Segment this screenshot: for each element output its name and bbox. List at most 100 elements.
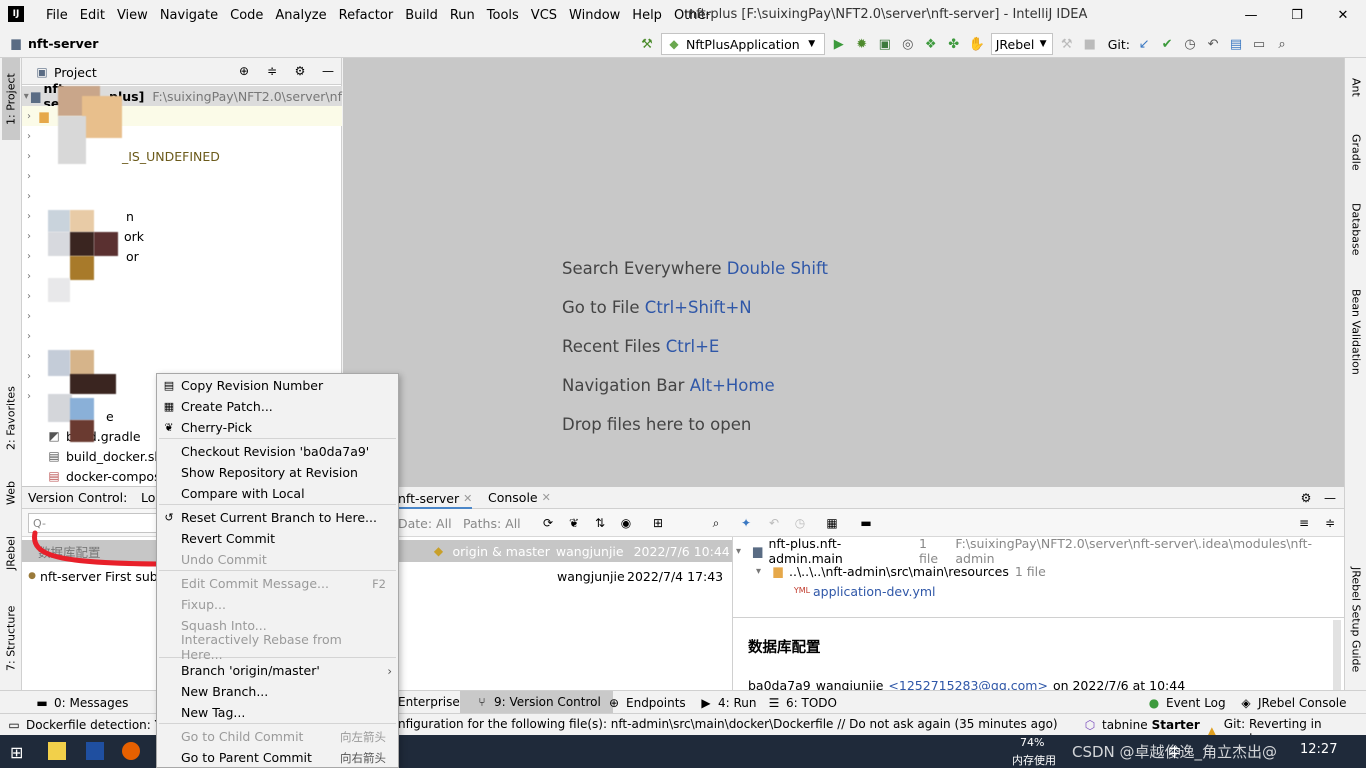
profile-icon[interactable]: ◎: [899, 35, 917, 53]
menu-file[interactable]: File: [40, 8, 74, 23]
intellij-taskbar-icon[interactable]: [86, 742, 104, 760]
jrebel-run-icon[interactable]: ❖: [922, 35, 940, 53]
tab-database[interactable]: Database: [1347, 192, 1365, 266]
jrebel-select[interactable]: JRebel ▼: [990, 33, 1053, 55]
close-tab-icon[interactable]: ✕: [463, 492, 472, 505]
menu-build[interactable]: Build: [399, 8, 444, 23]
menu-item-reset-current-branch-to-here[interactable]: ↺ Reset Current Branch to Here...: [157, 507, 398, 528]
hide-icon[interactable]: —: [320, 63, 336, 79]
changes-module-row[interactable]: ▾ ▆ nft-plus.nft-admin.main 1 file F:\su…: [736, 536, 1344, 566]
tab-run[interactable]: ▶ 4: Run: [698, 695, 756, 711]
editor-empty-area[interactable]: Search Everywhere Double Shift Go to Fil…: [343, 58, 1344, 486]
tab-jrebel-console[interactable]: ◈ JRebel Console: [1238, 695, 1346, 711]
tree-row[interactable]: ›: [22, 306, 342, 326]
minimize-button[interactable]: —: [1228, 0, 1274, 30]
tree-row[interactable]: ›: [22, 286, 342, 306]
tab-web[interactable]: Web: [2, 468, 20, 518]
update-project-icon[interactable]: ↙: [1135, 35, 1153, 53]
jrebel-debug-icon[interactable]: ✤: [945, 35, 963, 53]
date-filter[interactable]: Date: All: [398, 516, 452, 531]
tab-bean-validation[interactable]: Bean Validation: [1347, 282, 1365, 382]
hide-icon[interactable]: —: [1322, 490, 1338, 506]
breadcrumb-project[interactable]: nft-server: [28, 36, 98, 51]
project-header-label[interactable]: Project: [54, 65, 97, 80]
tab-log-nft-server[interactable]: nft-server ✕: [398, 490, 473, 509]
debug-icon[interactable]: ✹: [853, 35, 871, 53]
tree-row[interactable]: ›: [22, 166, 342, 186]
input-method-indicator[interactable]: 中: [1168, 742, 1181, 761]
refresh-icon[interactable]: ⟳: [540, 515, 556, 531]
splitter[interactable]: [732, 537, 733, 691]
group-icon[interactable]: ▦: [824, 515, 840, 531]
expand-all-icon[interactable]: ≡: [1296, 515, 1312, 531]
menu-code[interactable]: Code: [224, 8, 269, 23]
menu-item-go-to-parent-commit[interactable]: Go to Parent Commit 向右箭头: [157, 747, 398, 768]
firefox-icon[interactable]: [122, 742, 140, 760]
menu-analyze[interactable]: Analyze: [269, 8, 332, 23]
project-structure-icon[interactable]: ▤: [1227, 35, 1245, 53]
presentation-icon[interactable]: ▭: [1250, 35, 1268, 53]
breadcrumb[interactable]: ▆ nft-server: [8, 35, 98, 51]
menu-tools[interactable]: Tools: [481, 8, 525, 23]
preview-icon[interactable]: ▬: [858, 515, 874, 531]
taskbar-clock[interactable]: 12:27: [1300, 742, 1337, 757]
menu-window[interactable]: Window: [563, 8, 626, 23]
scrollbar[interactable]: [1333, 620, 1341, 690]
menu-item-checkout-revision-ba0da7a9[interactable]: Checkout Revision 'ba0da7a9': [157, 441, 398, 462]
search-icon[interactable]: ⌕: [1273, 35, 1291, 53]
menu-item-new-branch[interactable]: New Branch...: [157, 681, 398, 702]
menu-vcs[interactable]: VCS: [525, 8, 563, 23]
tab-structure[interactable]: 7: Structure: [2, 598, 20, 678]
history-icon[interactable]: ◷: [1181, 35, 1199, 53]
gear-icon[interactable]: ⚙: [1298, 490, 1314, 506]
menu-navigate[interactable]: Navigate: [154, 8, 224, 23]
menu-run[interactable]: Run: [444, 8, 481, 23]
tab-todo[interactable]: ☰ 6: TODO: [766, 695, 837, 711]
close-window-button[interactable]: ✕: [1320, 0, 1366, 30]
status-left[interactable]: ▭ Dockerfile detection: Y: [6, 717, 162, 733]
new-tab-icon[interactable]: ⊞: [650, 515, 666, 531]
tab-version-control[interactable]: ⑂ 9: Version Control: [460, 691, 613, 713]
build-hammer-icon[interactable]: ⚒: [638, 35, 656, 53]
gear-icon[interactable]: ⚙: [292, 63, 308, 79]
tab-messages[interactable]: ▬ 0: Messages: [34, 695, 128, 711]
collapse-all-icon[interactable]: ≑: [1322, 515, 1338, 531]
tab-gradle[interactable]: Gradle: [1347, 122, 1365, 182]
run-icon[interactable]: ▶: [830, 35, 848, 53]
cherry-pick-icon[interactable]: ❦: [566, 515, 582, 531]
menu-item-copy-revision-number[interactable]: ▤ Copy Revision Number: [157, 375, 398, 396]
menu-item-show-repository-at-revision[interactable]: Show Repository at Revision: [157, 462, 398, 483]
menu-item-revert-commit[interactable]: Revert Commit: [157, 528, 398, 549]
windows-start-icon[interactable]: ⊞: [10, 743, 23, 762]
status-message[interactable]: nfiguration for the following file(s): n…: [398, 717, 1058, 731]
menu-item-new-tag[interactable]: New Tag...: [157, 702, 398, 723]
menu-item-compare-with-local[interactable]: Compare with Local: [157, 483, 398, 504]
tab-project[interactable]: 1: Project: [2, 58, 20, 140]
tab-endpoints[interactable]: ⊕ Endpoints: [606, 695, 686, 711]
expand-arrow-icon[interactable]: ▾: [22, 91, 31, 102]
close-tab-icon[interactable]: ✕: [542, 491, 551, 504]
tab-enterprise[interactable]: Enterprise: [398, 695, 460, 709]
tab-jrebel[interactable]: JRebel: [2, 518, 20, 588]
locate-icon[interactable]: ⊕: [236, 63, 252, 79]
menu-view[interactable]: View: [111, 8, 154, 23]
menu-item-cherry-pick[interactable]: ❦ Cherry-Pick: [157, 417, 398, 438]
changes-file-row[interactable]: YML application-dev.yml: [794, 580, 936, 602]
tab-event-log[interactable]: ● Event Log: [1146, 695, 1226, 711]
expand-arrow-icon[interactable]: ▾: [756, 566, 770, 577]
tab-ant[interactable]: Ant: [1347, 62, 1365, 112]
expand-arrow-icon[interactable]: ▾: [736, 546, 750, 557]
collapse-icon[interactable]: ✦: [738, 515, 754, 531]
rollback-icon[interactable]: ↶: [1204, 35, 1222, 53]
attach-icon[interactable]: ✋: [968, 35, 986, 53]
sort-icon[interactable]: ⇅: [592, 515, 608, 531]
collapse-all-icon[interactable]: ≑: [264, 63, 280, 79]
splitter[interactable]: [733, 617, 1344, 618]
maximize-button[interactable]: ❐: [1274, 0, 1320, 30]
coverage-icon[interactable]: ▣: [876, 35, 894, 53]
menu-edit[interactable]: Edit: [74, 8, 111, 23]
stop-icon[interactable]: ■: [1081, 35, 1099, 53]
tab-jrebel-setup-guide[interactable]: JRebel Setup Guide: [1347, 558, 1365, 682]
commit-icon[interactable]: ✔: [1158, 35, 1176, 53]
paths-filter[interactable]: Paths: All: [463, 516, 521, 531]
